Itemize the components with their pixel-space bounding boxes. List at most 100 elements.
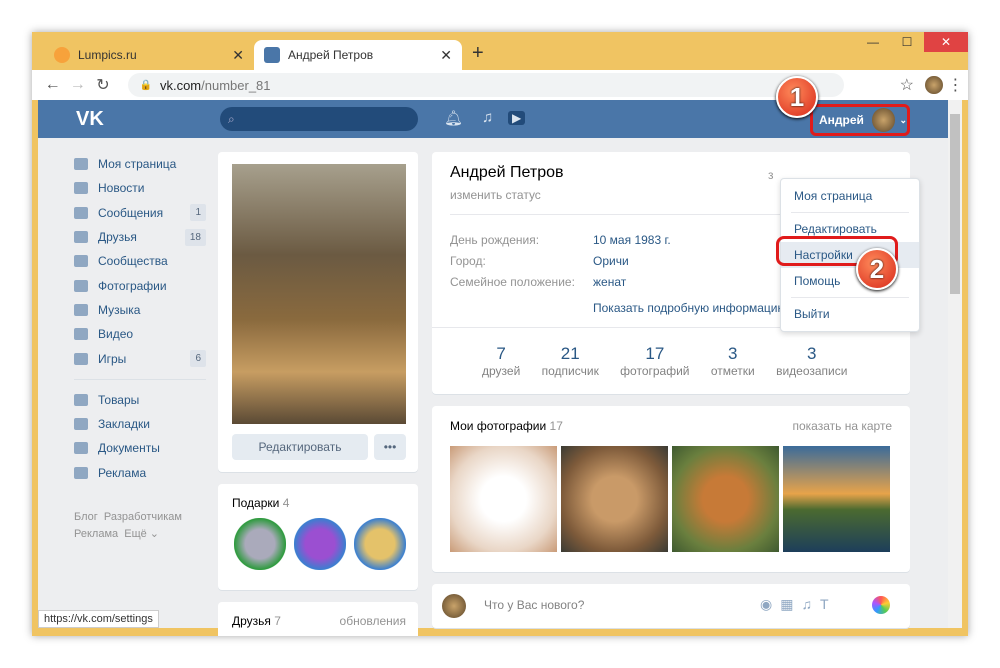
photo-thumbnail[interactable] [783, 446, 890, 552]
user-menu-button[interactable]: Андрей ⌄ [810, 104, 910, 136]
info-value[interactable]: женат [593, 275, 626, 289]
menu-icon[interactable]: ⋮ [943, 75, 968, 95]
sidebar-item-photos[interactable]: Фотографии [74, 273, 206, 297]
stat-tags[interactable]: 3 отметки [711, 344, 755, 378]
stat-videos[interactable]: 3 видеозаписи [776, 344, 847, 378]
search-input[interactable]: ⌕ [220, 107, 418, 131]
footer-link-ads[interactable]: Реклама [74, 528, 118, 540]
gift-image[interactable] [234, 518, 286, 570]
photos-title[interactable]: Мои фотографии [450, 419, 546, 433]
stat-photos[interactable]: 17 фотографий [620, 344, 689, 378]
info-value[interactable]: 10 мая 1983 г. [593, 233, 671, 247]
photo-thumbnail[interactable] [561, 446, 668, 552]
friends-card: Друзья 7 обновления [218, 602, 418, 636]
divider [791, 297, 909, 298]
sidebar-item-groups[interactable]: Сообщества [74, 249, 206, 273]
stat-friends[interactable]: 7 друзей [482, 344, 520, 378]
stat-value: 17 [645, 344, 665, 363]
profile-avatar[interactable] [925, 76, 943, 94]
show-on-map-link[interactable]: показать на карте [793, 419, 893, 433]
tab-vk[interactable]: Андрей Петров ✕ [254, 40, 462, 70]
friends-count: 7 [274, 614, 281, 628]
label: Сообщения [98, 205, 164, 220]
label: Закладки [98, 417, 150, 432]
online-status: з [768, 168, 774, 182]
maximize-button[interactable]: ☐ [890, 32, 924, 52]
sidebar-item-messages[interactable]: Сообщения 1 [74, 201, 206, 225]
music-icon[interactable]: ♫ [482, 109, 493, 126]
gift-image[interactable] [294, 518, 346, 570]
bell-icon[interactable]: 🔔︎ [444, 109, 463, 127]
sidebar-item-friends[interactable]: Друзья 18 [74, 225, 206, 249]
star-icon[interactable]: ☆ [894, 75, 919, 95]
user-icon [74, 231, 88, 244]
photo-thumbnail[interactable] [450, 446, 557, 552]
info-list: День рождения: 10 мая 1983 г. Город: Оричи… [450, 230, 671, 293]
show-more-info-link[interactable]: Показать подробную информацию [593, 301, 787, 315]
status-link[interactable]: изменить статус [450, 188, 541, 202]
menu-item-logout[interactable]: Выйти [781, 301, 919, 327]
sidebar-item-ads[interactable]: Реклама [74, 461, 206, 485]
scrollbar[interactable] [948, 100, 962, 628]
sidebar-item-music[interactable]: Музыка [74, 298, 206, 322]
more-button[interactable]: ••• [374, 434, 406, 460]
close-tab-icon[interactable]: ✕ [440, 47, 452, 64]
minimize-button[interactable]: — [856, 32, 890, 52]
sidebar-item-games[interactable]: Игры 6 [74, 346, 206, 370]
info-value[interactable]: Оричи [593, 254, 629, 268]
gifts-title[interactable]: Подарки [232, 496, 279, 510]
label: Документы [98, 441, 160, 456]
stat-label: фотографий [620, 364, 690, 378]
new-post-card: Что у Вас нового? ◉▦♫T [432, 584, 910, 628]
orange-favicon-icon [54, 47, 70, 63]
sidebar-item-video[interactable]: Видео [74, 322, 206, 346]
divider [791, 212, 909, 213]
sidebar-item-documents[interactable]: Документы [74, 436, 206, 460]
sidebar-item-bookmarks[interactable]: Закладки [74, 412, 206, 436]
gifts-count: 4 [282, 496, 290, 510]
friends-title[interactable]: Друзья [232, 614, 271, 628]
photos-count: 17 [549, 419, 563, 433]
edit-profile-button[interactable]: Редактировать [232, 434, 368, 460]
tab-title: Андрей Петров [288, 48, 374, 62]
url-host: vk.com [159, 77, 202, 93]
tab-lumpics[interactable]: Lumpics.ru ✕ [44, 40, 254, 70]
footer-link-developers[interactable]: Разработчикам [104, 511, 182, 523]
sidebar-item-goods[interactable]: Товары [74, 388, 206, 412]
sidebar: Моя страница Новости Сообщения 1 Друзья 18… [74, 152, 206, 543]
stat-followers[interactable]: 21 подписчик [542, 344, 599, 378]
close-tab-icon[interactable]: ✕ [232, 47, 244, 64]
profile-name: Андрей Петров [450, 164, 564, 181]
url-input[interactable]: 🔒 vk.com/number_81 [127, 73, 845, 97]
status-bar-url: https://vk.com/settings [38, 610, 159, 628]
profile-photo[interactable] [232, 164, 406, 424]
group-icon [74, 255, 88, 268]
play-icon[interactable]: ▶ [508, 111, 526, 125]
text-icon[interactable]: T [820, 596, 837, 612]
vk-logo[interactable]: VK [76, 108, 104, 131]
footer-link-more[interactable]: Ещё ⌄ [124, 528, 159, 540]
new-post-input[interactable]: Что у Вас нового? [484, 598, 584, 612]
film-icon[interactable]: ▦ [780, 596, 801, 612]
document-icon [74, 442, 88, 455]
star-icon [74, 418, 88, 431]
sidebar-item-news[interactable]: Новости [74, 176, 206, 200]
vk-favicon-icon [264, 47, 280, 63]
music-icon[interactable]: ♫ [801, 596, 820, 612]
back-icon[interactable]: ← [40, 76, 65, 94]
reload-icon[interactable]: ↻ [90, 75, 115, 95]
scrollbar-thumb[interactable] [950, 114, 960, 294]
gift-image[interactable] [354, 518, 406, 570]
menu-item-help[interactable]: Помощь [781, 268, 919, 294]
footer-link-blog[interactable]: Блог [74, 511, 98, 523]
news-icon [74, 182, 88, 195]
forward-icon[interactable]: → [65, 76, 90, 94]
photo-thumbnail[interactable] [672, 446, 779, 552]
new-tab-button[interactable]: + [472, 42, 484, 65]
friends-updates-link[interactable]: обновления [340, 614, 406, 628]
menu-item-my-page[interactable]: Моя страница [781, 183, 919, 209]
sidebar-item-my-page[interactable]: Моя страница [74, 152, 206, 176]
close-window-button[interactable]: ✕ [924, 32, 968, 52]
camera-icon[interactable]: ◉ [760, 596, 780, 612]
graffiti-icon[interactable] [872, 596, 890, 614]
